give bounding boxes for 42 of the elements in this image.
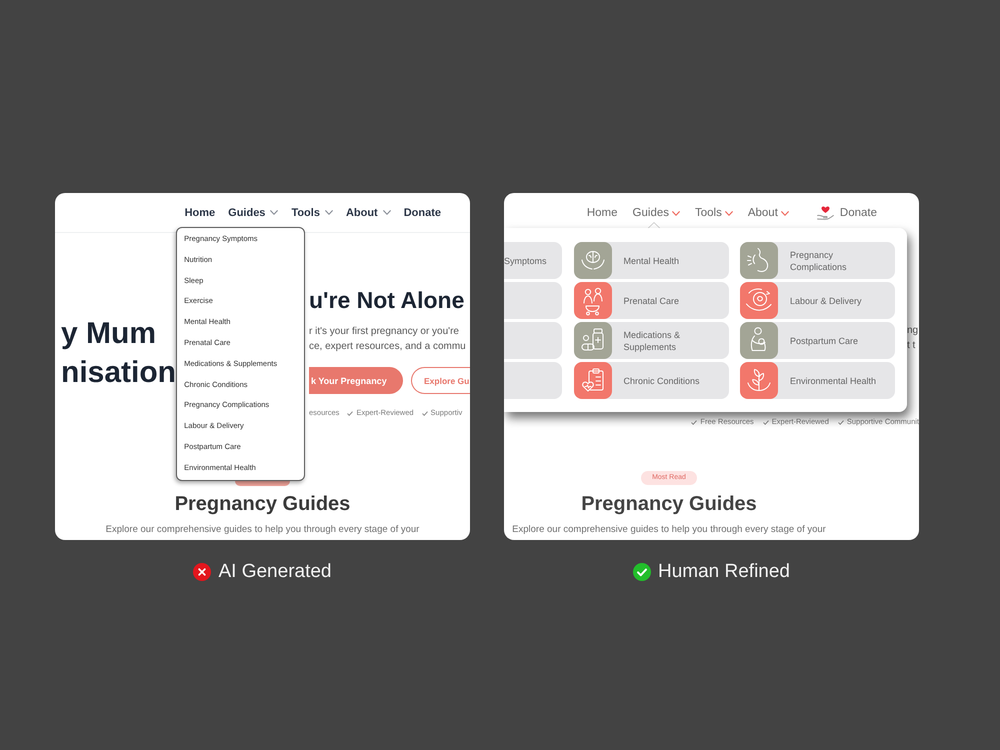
caption-label: AI Generated <box>218 561 332 583</box>
section-title: Pregnancy Guides <box>174 492 350 516</box>
nav-link[interactable]: Guides <box>632 207 680 219</box>
chevron-down-icon <box>270 210 278 215</box>
menu-tile[interactable]: Environmental Health <box>740 362 895 399</box>
chevron-down-icon <box>780 210 789 216</box>
section-title: Pregnancy Guides <box>581 492 757 516</box>
menu-tile[interactable]: Prenatal Care <box>574 282 728 319</box>
menu-tile[interactable]: Chronic Conditions <box>574 362 728 399</box>
chevron-down-icon <box>672 210 680 216</box>
hero-title: y Mum nisation <box>61 316 176 390</box>
nav-link[interactable]: Tools <box>291 206 333 218</box>
check-circle-icon <box>632 563 651 581</box>
chevron-down-icon <box>724 210 733 216</box>
caption-label: Human Refined <box>658 561 790 583</box>
nav-link[interactable]: About <box>748 207 789 219</box>
menu-tile[interactable] <box>504 362 562 399</box>
nav-link[interactable]: Donate <box>404 206 441 218</box>
chevron-down-icon <box>324 210 333 215</box>
hero-text: r it's your first pregnancy or you're ce, expert resources, and a commu <box>309 324 466 354</box>
hero-heading: u're Not Alone <box>309 286 464 314</box>
menu-tile[interactable]: Labour & Delivery <box>740 282 895 319</box>
section-text: Explore our comprehensive guides to help you through every stage of your <box>512 523 826 537</box>
section-text: Explore our comprehensive guides to help you through every stage of your <box>106 523 420 537</box>
hero-text: ng t t <box>907 324 919 352</box>
cross-circle-icon <box>193 563 212 581</box>
nav-link[interactable]: Home <box>184 206 216 218</box>
nav-link[interactable]: Guides <box>228 206 278 218</box>
nav-link[interactable]: Home <box>586 207 618 219</box>
menu-tile[interactable]: Pregnancy Complications <box>740 242 895 279</box>
menu-tile[interactable] <box>504 282 562 319</box>
nav-link[interactable]: About <box>346 206 391 218</box>
menu-tile[interactable]: Mental Health <box>574 242 728 279</box>
menu-tile[interactable]: Symptoms <box>504 242 562 279</box>
badge <box>235 480 290 486</box>
chevron-down-icon <box>382 210 391 215</box>
menu-tile[interactable]: Medications & Supplements <box>574 322 728 359</box>
nav-link[interactable]: Tools <box>694 207 733 219</box>
menu-tile[interactable] <box>504 322 562 359</box>
nav-link[interactable]: Donate <box>816 206 877 220</box>
heart-in-hand-icon <box>816 206 834 220</box>
menu-tile[interactable]: Postpartum Care <box>740 322 895 359</box>
